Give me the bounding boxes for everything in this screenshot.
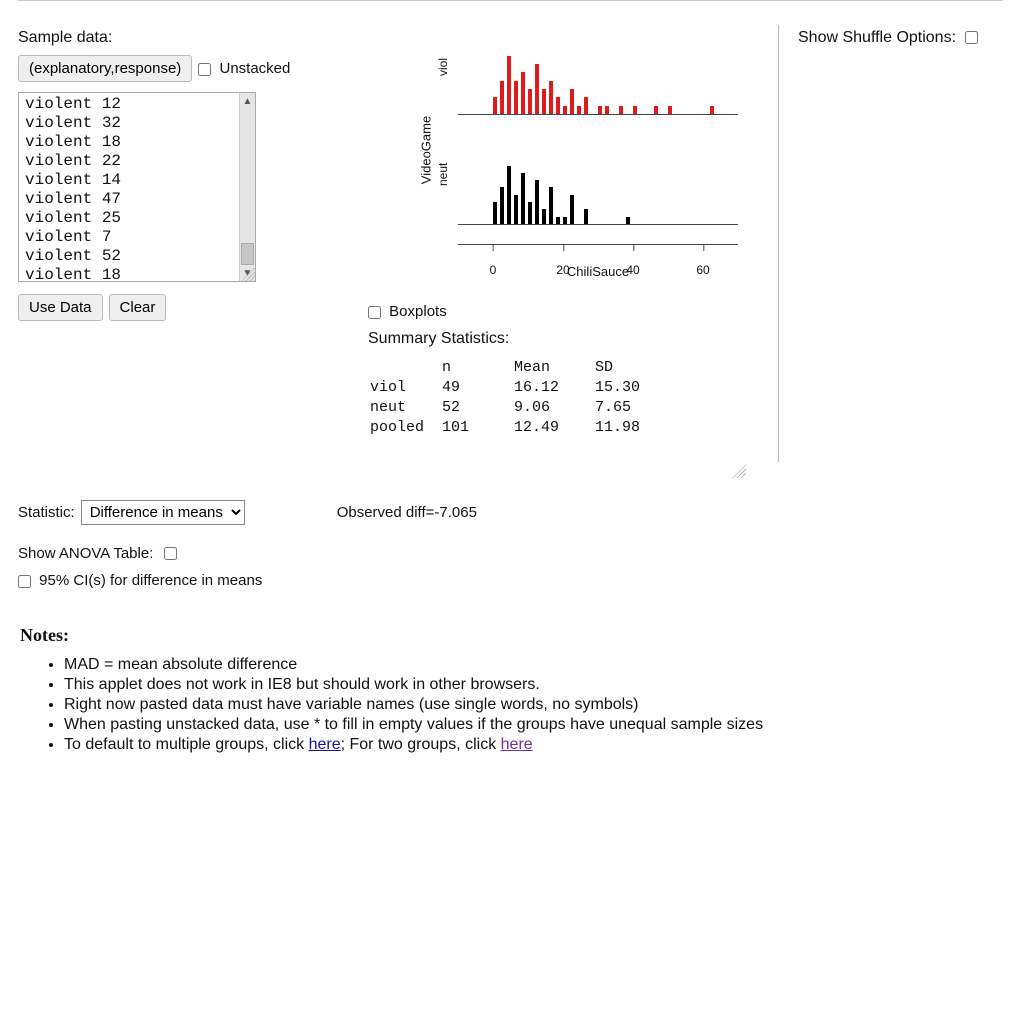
ci-checkbox[interactable] [18, 575, 31, 588]
column-divider [778, 25, 779, 462]
chart-bar [535, 64, 539, 114]
statistic-label: Statistic: [18, 504, 75, 521]
chart-bar [493, 97, 497, 114]
anova-label: Show ANOVA Table: [18, 545, 153, 562]
summary-stats-box: n Mean SD viol 49 16.12 15.30 neut 52 9.… [368, 356, 748, 480]
scrollbar[interactable]: ▲ ▼ [239, 93, 255, 281]
shuffle-options-label: Show Shuffle Options: [798, 29, 956, 46]
chart-bar [563, 106, 567, 114]
use-data-button[interactable]: Use Data [18, 294, 103, 321]
boxplots-checkbox[interactable] [368, 306, 381, 319]
chart-bar [493, 202, 497, 224]
sample-data-panel: Sample data: (explanatory,response) Unst… [18, 25, 358, 331]
ci-label: 95% CI(s) for difference in means [39, 572, 262, 589]
notes-link-multiple-groups[interactable]: here [309, 736, 341, 753]
chart-bar [556, 217, 560, 224]
chart-panel: VideoGame 0204060 ChiliSauce violneut Bo… [358, 25, 778, 480]
note-item: MAD = mean absolute difference [64, 656, 1003, 674]
chart-bar [549, 81, 553, 114]
chart-bar [570, 89, 574, 114]
chart-bar [570, 195, 574, 224]
anova-checkbox[interactable] [164, 547, 177, 560]
boxplots-label: Boxplots [389, 303, 447, 320]
x-axis-title: ChiliSauce [458, 264, 738, 279]
resize-grip-icon[interactable] [732, 464, 746, 478]
chart-bar [710, 106, 714, 114]
chart-strip-label: viol [436, 62, 450, 76]
chart-bar [556, 97, 560, 114]
note-item: When pasting unstacked data, use * to fi… [64, 716, 1003, 734]
chart-bar [626, 217, 630, 224]
chart-bar [507, 166, 511, 225]
sample-data-textarea[interactable]: violent 12 violent 32 violent 18 violent… [18, 92, 256, 282]
chart-bar [577, 106, 581, 114]
statistic-select[interactable]: Difference in means [81, 500, 245, 525]
shuffle-options-checkbox[interactable] [965, 31, 978, 44]
chart-bar [605, 106, 609, 114]
note-item: To default to multiple groups, click her… [64, 736, 1003, 754]
data-format-button[interactable]: (explanatory,response) [18, 55, 192, 82]
chart-bar [619, 106, 623, 114]
x-axis [458, 244, 738, 245]
chart-bar [633, 106, 637, 114]
resize-grip-icon[interactable] [241, 267, 255, 281]
y-axis-title: VideoGame [419, 116, 434, 184]
scroll-up-icon[interactable]: ▲ [240, 93, 255, 109]
observed-diff-label: Observed diff=-7.065 [337, 504, 477, 521]
chart-bar [654, 106, 658, 114]
chart-strip-label: neut [436, 172, 450, 186]
chart-bar [584, 209, 588, 224]
notes-section: Notes: MAD = mean absolute differenceThi… [18, 625, 1003, 754]
chart-bar [535, 180, 539, 224]
notes-heading: Notes [20, 625, 63, 645]
chart-strip-viol [458, 25, 738, 115]
scroll-thumb[interactable] [241, 243, 254, 265]
chart-bar [549, 187, 553, 224]
note-item: Right now pasted data must have variable… [64, 696, 1003, 714]
chart-strip-neut [458, 135, 738, 225]
chart-bar [528, 202, 532, 224]
chart-bar [542, 89, 546, 114]
summary-stats-label: Summary Statistics: [368, 330, 778, 348]
shuffle-panel: Show Shuffle Options: [778, 25, 1003, 55]
chart-bar [528, 89, 532, 114]
note-item: This applet does not work in IE8 but sho… [64, 676, 1003, 694]
chart-bar [542, 209, 546, 224]
notes-link-two-groups[interactable]: here [501, 736, 533, 753]
scroll-track[interactable] [240, 109, 255, 265]
chart-bar [514, 195, 518, 224]
sample-data-label: Sample data: [18, 29, 358, 47]
unstacked-label: Unstacked [219, 60, 290, 77]
chart-bar [598, 106, 602, 114]
boxplots-option[interactable]: Boxplots [368, 303, 447, 320]
chart-bar [521, 72, 525, 114]
chart-bar [521, 173, 525, 224]
chart-bar [507, 56, 511, 115]
unstacked-option[interactable]: Unstacked [198, 60, 290, 77]
chart-bar [500, 81, 504, 114]
chart-bar [668, 106, 672, 114]
chart-bar [500, 187, 504, 224]
unstacked-checkbox[interactable] [198, 63, 211, 76]
chart-bar [514, 81, 518, 114]
clear-button[interactable]: Clear [109, 294, 167, 321]
chart-bar [584, 97, 588, 114]
ci-option[interactable]: 95% CI(s) for difference in means [18, 572, 262, 589]
chart-bar [563, 217, 567, 224]
dotplot-chart: VideoGame 0204060 ChiliSauce violneut [398, 25, 738, 275]
